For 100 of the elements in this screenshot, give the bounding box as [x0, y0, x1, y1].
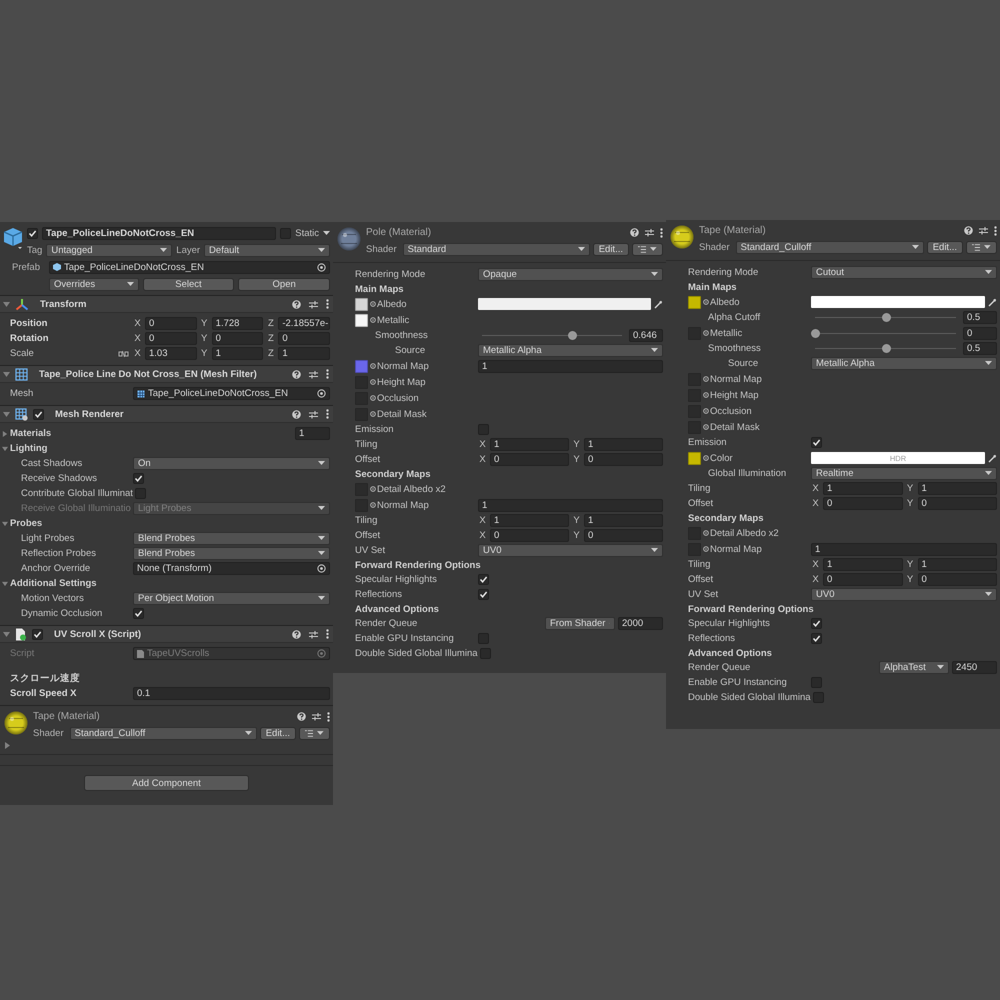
dropdown[interactable]: Per Object Motion [133, 592, 330, 605]
foldout-label[interactable]: Additional Settings [10, 578, 97, 589]
number-field[interactable]: 1 [478, 360, 663, 372]
target-icon[interactable] [370, 363, 376, 369]
foldout-arrow-icon[interactable] [2, 520, 8, 526]
layer-dropdown[interactable]: Default [204, 244, 330, 256]
more-menu-icon[interactable] [326, 409, 329, 419]
number-field[interactable]: 1 [811, 542, 997, 556]
slider-thumb[interactable] [568, 331, 578, 340]
link-icon[interactable] [118, 350, 129, 358]
eyedropper-icon[interactable] [654, 300, 663, 308]
number-field[interactable]: 1 [918, 558, 997, 571]
eyedropper-icon[interactable] [988, 298, 997, 306]
help-icon[interactable] [297, 712, 306, 721]
more-menu-icon[interactable] [326, 299, 329, 309]
checkbox[interactable] [134, 488, 146, 499]
number-field[interactable]: 1 [823, 558, 902, 571]
number-field[interactable]: 0.5 [963, 342, 997, 355]
prefab-field[interactable]: Tape_PoliceLineDoNotCross_EN [49, 260, 330, 274]
checkbox[interactable] [812, 692, 824, 703]
checkbox[interactable] [133, 608, 144, 619]
foldout-arrow-icon[interactable] [3, 410, 10, 418]
more-menu-icon[interactable] [326, 369, 329, 379]
number-field[interactable]: 1 [918, 482, 997, 495]
checkbox[interactable] [478, 574, 489, 585]
number-field[interactable]: 1 [823, 482, 902, 495]
target-icon[interactable] [703, 376, 709, 382]
checkbox[interactable] [480, 648, 491, 659]
number-field[interactable]: 0 [963, 326, 997, 340]
checkbox[interactable] [478, 424, 489, 435]
texture-thumbnail[interactable] [688, 296, 701, 308]
number-field[interactable]: 1 [490, 438, 569, 451]
number-field[interactable]: 1 [478, 498, 663, 512]
number-field[interactable]: 0 [584, 453, 663, 466]
checkbox[interactable] [811, 618, 822, 629]
presets-icon[interactable] [309, 300, 318, 308]
dropdown[interactable]: Blend Probes [133, 532, 330, 545]
texture-thumbnail[interactable] [355, 314, 368, 326]
target-icon[interactable] [703, 408, 709, 414]
checkbox[interactable] [478, 633, 489, 644]
target-icon[interactable] [370, 502, 376, 508]
edit-button[interactable]: Edit... [260, 727, 296, 740]
number-field[interactable]: 1 [584, 438, 663, 451]
target-icon[interactable] [370, 301, 376, 307]
component-header[interactable]: UV Scroll X (Script) [0, 625, 333, 643]
checkbox[interactable] [811, 633, 822, 644]
eyedropper-icon[interactable] [988, 454, 997, 462]
texture-thumbnail[interactable] [355, 298, 368, 310]
number-field[interactable]: 2000 [618, 617, 663, 630]
foldout-label[interactable]: Lighting [10, 443, 48, 454]
slider-thumb[interactable] [811, 328, 820, 338]
select-button[interactable]: Select [142, 278, 234, 290]
checkbox[interactable] [811, 437, 822, 448]
foldout-arrow-icon[interactable] [2, 580, 8, 586]
object-field[interactable]: Tape_PoliceLineDoNotCross_EN [133, 387, 330, 400]
target-icon[interactable] [370, 317, 376, 323]
texture-thumbnail[interactable] [355, 360, 368, 372]
object-picker-icon[interactable] [317, 389, 326, 398]
help-icon[interactable] [292, 370, 301, 378]
tag-dropdown[interactable]: Untagged [46, 244, 172, 256]
number-field[interactable]: 0.5 [963, 311, 997, 324]
slider-thumb[interactable] [882, 344, 890, 353]
presets-icon[interactable] [309, 410, 318, 418]
target-icon[interactable] [703, 392, 709, 398]
open-button[interactable]: Open [238, 278, 330, 290]
more-menu-icon[interactable] [327, 712, 330, 722]
text-field[interactable]: 0.1 [133, 687, 330, 700]
number-field[interactable]: 1 [295, 427, 330, 440]
checkbox[interactable] [133, 473, 144, 484]
number-field[interactable]: 0 [278, 332, 330, 345]
presets-icon[interactable] [309, 370, 318, 378]
number-field[interactable]: 0 [145, 332, 197, 345]
help-icon[interactable] [292, 300, 301, 308]
dropdown[interactable]: Metallic Alpha [478, 344, 663, 357]
foldout-arrow-icon[interactable] [3, 630, 10, 638]
component-header[interactable]: Tape_Police Line Do Not Cross_EN (Mesh Filter) [0, 365, 333, 383]
foldout-arrow-icon[interactable] [3, 300, 10, 308]
number-field[interactable]: 1 [490, 514, 569, 527]
target-icon[interactable] [703, 299, 709, 305]
number-field[interactable]: 0 [145, 317, 197, 330]
dropdown[interactable]: On [133, 457, 330, 470]
checkbox[interactable] [27, 228, 38, 238]
checkbox[interactable] [478, 589, 489, 600]
foldout-label[interactable]: Probes [10, 518, 42, 529]
foldout-arrow-icon[interactable] [4, 742, 11, 749]
number-field[interactable]: 0.646 [629, 329, 663, 342]
target-icon[interactable] [703, 330, 709, 336]
shader-dropdown[interactable]: Standard [402, 243, 590, 256]
number-field[interactable]: 0 [918, 497, 997, 510]
number-field[interactable]: 0 [212, 332, 264, 345]
target-icon[interactable] [703, 424, 709, 430]
object-picker-icon[interactable] [317, 564, 326, 573]
overrides-dropdown[interactable]: Overrides [49, 278, 139, 290]
more-menu-icon[interactable] [326, 629, 329, 639]
number-field[interactable]: 0 [584, 529, 663, 542]
dropdown[interactable]: AlphaTest [879, 661, 949, 674]
name-field[interactable]: Tape_PoliceLineDoNotCross_EN [42, 226, 276, 240]
dropdown[interactable]: Cutout [811, 266, 997, 279]
list-menu-button[interactable] [966, 241, 997, 254]
target-icon[interactable] [703, 546, 709, 552]
